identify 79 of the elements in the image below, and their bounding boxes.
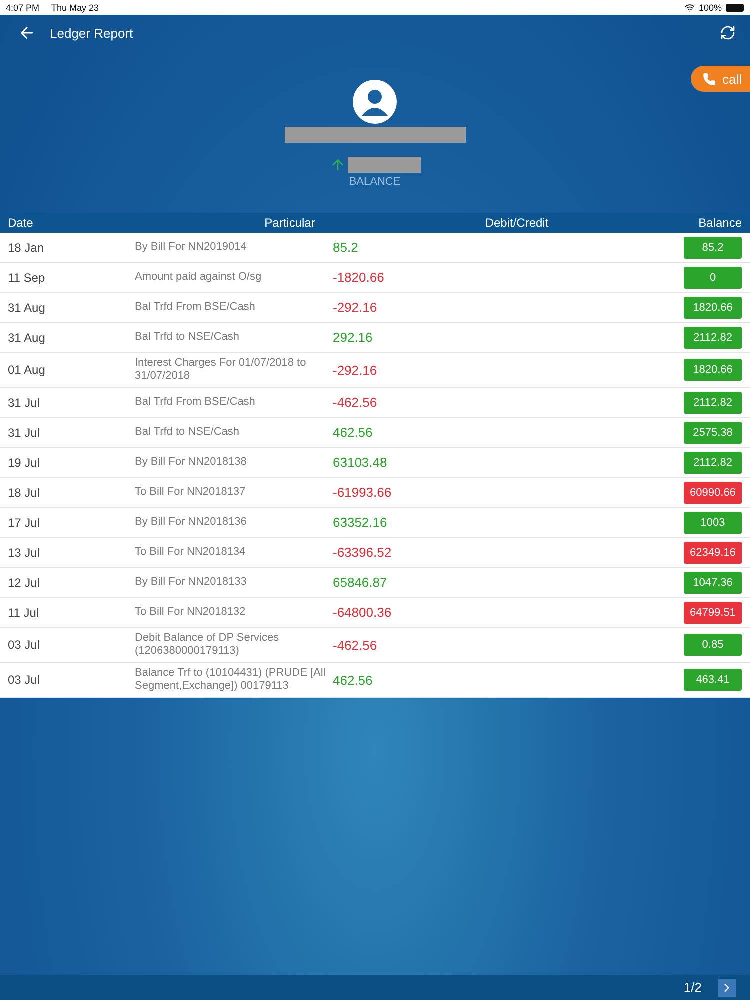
amount-cell-text: 65846.87 [333, 575, 388, 590]
particular-cell-text: By Bill For NN2019014 [135, 240, 248, 255]
page-indicator: 1/2 [684, 980, 702, 995]
column-header: Date [8, 216, 34, 230]
particular-cell-text: Amount paid against O/sg [135, 270, 263, 285]
amount-cell-text: 63103.48 [333, 455, 388, 470]
particular-cell-text: By Bill For NN2018133 [135, 575, 248, 590]
date-cell-text: 31 Jul [8, 426, 42, 440]
refresh-icon [720, 25, 736, 41]
date-cell-text: 01 Aug [8, 363, 46, 377]
date-cell-text: 17 Jul [8, 516, 42, 530]
particular-cell-text: To Bill For NN2018137 [135, 485, 247, 500]
balance-badge: 60990.66 [684, 482, 742, 504]
amount-cell-text: -64800.36 [333, 605, 393, 620]
battery-icon [726, 4, 744, 12]
refresh-button[interactable] [720, 25, 736, 41]
date-cell-text: 03 Jul [8, 673, 42, 687]
amount-cell-text: -292.16 [333, 362, 378, 378]
amount-cell-text: 462.56 [333, 425, 374, 440]
balance-badge: 0 [684, 266, 742, 288]
amount-cell-text: -63396.52 [333, 545, 393, 560]
balance-badge: 85.2 [684, 236, 742, 258]
balance-badge: 1047.36 [684, 572, 742, 594]
particular-cell-text: By Bill For NN2018136 [135, 515, 248, 530]
column-header: Balance [698, 216, 742, 230]
amount-cell-text: -1820.66 [333, 270, 386, 285]
particular-cell-text: To Bill For NN2018132 [135, 605, 247, 620]
amount-cell-text: 292.16 [333, 330, 374, 345]
particular-cell-text: Interest Charges For 01/07/2018 to 31/07/2018 [135, 356, 308, 384]
call-button[interactable]: call [691, 66, 750, 92]
balance-badge: 463.41 [684, 669, 742, 691]
date-cell-text: 31 Aug [8, 330, 46, 344]
back-button[interactable] [18, 24, 36, 42]
balance-badge: 2575.38 [684, 422, 742, 444]
amount-cell-text: -462.56 [333, 638, 378, 652]
date-cell-text: 13 Jul [8, 546, 42, 560]
date-cell-text: 31 Aug [8, 300, 46, 314]
balance-label: BALANCE [349, 176, 401, 188]
date-cell-text: 18 Jul [8, 486, 42, 500]
particular-cell-text: By Bill For NN2018138 [135, 455, 248, 470]
balance-badge: 0.85 [684, 634, 742, 656]
particular-cell-text: Bal Trfd to NSE/Cash [135, 330, 241, 345]
particular-cell-text: To Bill For NN2018134 [135, 545, 247, 560]
balance-badge: 2112.82 [684, 452, 742, 474]
status-date: Thu May 23 [52, 2, 100, 12]
balance-badge: 1003 [684, 512, 742, 534]
phone-icon [703, 72, 716, 86]
screen-title: Ledger Report [50, 26, 134, 40]
column-header: Particular [264, 216, 316, 230]
particular-cell-text: Debit Balance of DP Services (1206380000179113) [135, 631, 280, 659]
date-cell-text: 03 Jul [8, 638, 42, 652]
particular-cell-text: Bal Trfd From BSE/Cash [135, 395, 256, 410]
balance-badge: 62349.16 [684, 542, 742, 564]
date-cell-text: 11 Jul [8, 606, 40, 620]
amount-cell-text: 462.56 [333, 672, 374, 688]
balance-badge: 2112.82 [684, 392, 742, 414]
date-cell-text: 31 Jul [8, 396, 42, 410]
balance-badge: 1820.66 [684, 296, 742, 318]
particular-cell-text: Bal Trfd From BSE/Cash [135, 300, 256, 315]
particular-cell-text: Balance Trf to (10104431) (PRUDE [All Segment,Exchange]) 00179113 [135, 666, 327, 694]
column-header: Debit/Credit [484, 216, 550, 230]
balance-badge: 2112.82 [684, 326, 742, 348]
amount-cell-text: -292.16 [333, 300, 378, 315]
user-avatar-icon [353, 80, 397, 124]
balance-badge: 64799.51 [684, 602, 742, 624]
next-page-button[interactable] [718, 978, 736, 996]
date-cell-text: 12 Jul [8, 576, 42, 590]
status-time: 4:07 PM [6, 2, 40, 12]
date-cell-text: 19 Jul [8, 456, 42, 470]
amount-cell-text: 63352.16 [333, 515, 388, 530]
wifi-icon [684, 2, 695, 12]
amount-cell-text: 85.2 [333, 240, 360, 255]
particular-cell-text: Bal Trfd to NSE/Cash [135, 425, 241, 440]
amount-cell-text: -61993.66 [333, 485, 393, 500]
balance-badge: 1820.66 [684, 359, 742, 381]
date-cell-text: 11 Sep [8, 270, 46, 284]
battery-percent: 100% [698, 2, 722, 12]
date-cell-text: 18 Jan [8, 240, 46, 254]
amount-cell-text: -462.56 [333, 395, 378, 410]
